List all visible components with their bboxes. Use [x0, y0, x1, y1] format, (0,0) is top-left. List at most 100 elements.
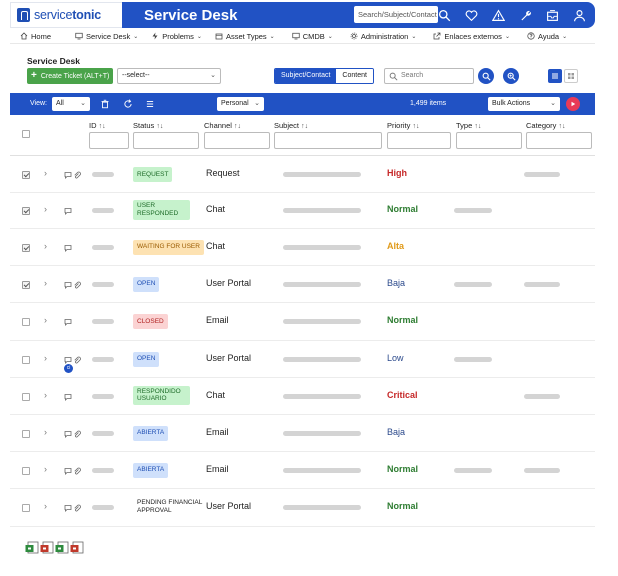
- row-checkbox[interactable]: [22, 466, 30, 475]
- row-checkbox[interactable]: [22, 355, 30, 364]
- comment-icon[interactable]: [64, 430, 72, 438]
- comment-icon[interactable]: [64, 467, 72, 475]
- row-checkbox[interactable]: [22, 243, 30, 252]
- ticket-subject[interactable]: [283, 319, 361, 324]
- ticket-id[interactable]: [92, 244, 114, 250]
- table-row[interactable]: › OPEN User Portal Baja: [10, 266, 595, 303]
- comment-icon[interactable]: [64, 171, 72, 179]
- table-row[interactable]: › CLOSED Email Normal: [10, 303, 595, 341]
- comment-icon[interactable]: [64, 244, 72, 252]
- attachment-icon[interactable]: [73, 171, 81, 179]
- attachment-icon[interactable]: [73, 281, 81, 289]
- chevron-right-icon[interactable]: ›: [44, 427, 47, 437]
- ticket-id[interactable]: [92, 505, 114, 510]
- heart-icon[interactable]: [464, 8, 479, 23]
- chevron-right-icon[interactable]: ›: [44, 315, 47, 325]
- ticket-subject[interactable]: [283, 505, 361, 510]
- ticket-search-input[interactable]: Search: [384, 68, 474, 84]
- menu-item-service-desk[interactable]: Service Desk ⌄: [75, 32, 138, 41]
- ticket-subject[interactable]: [283, 393, 361, 399]
- row-checkbox[interactable]: [22, 171, 30, 179]
- columns-icon[interactable]: [145, 99, 155, 109]
- search-icon[interactable]: [437, 8, 452, 23]
- chevron-right-icon[interactable]: ›: [44, 241, 47, 251]
- row-checkbox[interactable]: [22, 280, 30, 289]
- ticket-id[interactable]: [92, 281, 114, 287]
- menu-item-enlaces-externos[interactable]: Enlaces externos ⌄: [433, 32, 510, 41]
- ticket-subject[interactable]: [283, 244, 361, 250]
- column-header-channel[interactable]: Channel ↑↓: [204, 121, 241, 130]
- column-header-type[interactable]: Type ↑↓: [456, 121, 481, 130]
- search-button[interactable]: [478, 68, 494, 84]
- chevron-right-icon[interactable]: ›: [44, 353, 47, 363]
- attachment-icon[interactable]: [73, 504, 81, 512]
- ci-badge-icon[interactable]: ci: [64, 363, 73, 373]
- row-checkbox[interactable]: [22, 504, 30, 512]
- table-row[interactable]: › ABIERTA Email Normal: [10, 452, 595, 489]
- personal-view-select[interactable]: Personal ⌄: [217, 97, 264, 111]
- filter-channel-input[interactable]: [204, 132, 270, 149]
- row-checkbox[interactable]: [22, 392, 30, 401]
- chevron-right-icon[interactable]: ›: [44, 390, 47, 400]
- menu-item-home[interactable]: Home: [20, 32, 51, 41]
- ticket-subject[interactable]: [283, 172, 361, 177]
- filter-category-input[interactable]: [526, 132, 592, 149]
- attachment-icon[interactable]: [73, 356, 81, 364]
- select-all-checkbox[interactable]: [22, 130, 30, 138]
- ticket-template-select[interactable]: --select-- ⌄: [117, 68, 221, 84]
- grid-view-button[interactable]: [564, 69, 578, 83]
- export-pdf-icon[interactable]: [40, 541, 54, 554]
- filter-id-input[interactable]: [89, 132, 129, 149]
- table-row[interactable]: › ci OPEN User Portal Low: [10, 341, 595, 378]
- inbox-icon[interactable]: [545, 8, 560, 23]
- global-search-input[interactable]: Search/Subject/Contact: [354, 6, 438, 23]
- warning-icon[interactable]: [491, 8, 506, 23]
- ticket-subject[interactable]: [283, 208, 361, 213]
- ticket-id[interactable]: [92, 172, 114, 177]
- menu-item-asset-types[interactable]: Asset Types ⌄: [215, 32, 275, 41]
- trash-icon[interactable]: [100, 99, 110, 109]
- chevron-right-icon[interactable]: ›: [44, 278, 47, 288]
- menu-item-ayuda[interactable]: Ayuda ⌄: [527, 32, 567, 41]
- toggle-content[interactable]: Content: [336, 69, 373, 83]
- export-excel-icon[interactable]: [25, 541, 39, 554]
- filter-type-input[interactable]: [456, 132, 522, 149]
- menu-item-problems[interactable]: Problems ⌄: [151, 32, 202, 41]
- brand-logo[interactable]: servicetonic: [10, 2, 122, 28]
- run-bulk-action-button[interactable]: [566, 97, 580, 111]
- advanced-search-button[interactable]: [503, 68, 519, 84]
- menu-item-cmdb[interactable]: CMDB ⌄: [292, 32, 333, 41]
- table-row[interactable]: › USER RESPONDED Chat Normal: [10, 193, 595, 229]
- comment-icon[interactable]: [64, 504, 72, 512]
- toggle-subject-contact[interactable]: Subject/Contact: [275, 69, 337, 83]
- chevron-right-icon[interactable]: ›: [44, 501, 47, 511]
- list-view-button[interactable]: [548, 69, 562, 83]
- attachment-icon[interactable]: [73, 430, 81, 438]
- refresh-icon[interactable]: [123, 99, 133, 109]
- create-ticket-button[interactable]: + Create Ticket (ALT+T): [27, 68, 113, 84]
- comment-icon[interactable]: [64, 281, 72, 289]
- bulk-actions-select[interactable]: Bulk Actions ⌄: [488, 97, 560, 111]
- comment-icon[interactable]: [64, 393, 72, 401]
- ticket-id[interactable]: [92, 467, 114, 473]
- ticket-subject[interactable]: [283, 430, 361, 436]
- comment-icon[interactable]: [64, 207, 72, 215]
- ticket-id[interactable]: [92, 356, 114, 362]
- table-row[interactable]: › PENDING FINANCIAL APPROVAL User Portal Nor…: [10, 489, 595, 527]
- wrench-icon[interactable]: [518, 8, 533, 23]
- column-header-subject[interactable]: Subject ↑↓: [274, 121, 308, 130]
- ticket-id[interactable]: [92, 319, 114, 324]
- user-icon[interactable]: [572, 8, 587, 23]
- column-header-priority[interactable]: Priority ↑↓: [387, 121, 419, 130]
- column-header-status[interactable]: Status ↑↓: [133, 121, 163, 130]
- export-print-icon[interactable]: [70, 541, 84, 554]
- row-checkbox[interactable]: [22, 207, 30, 215]
- table-row[interactable]: › ABIERTA Email Baja: [10, 415, 595, 452]
- table-row[interactable]: › WAITING FOR USER Chat Alta: [10, 229, 595, 266]
- chevron-right-icon[interactable]: ›: [44, 168, 47, 178]
- filter-priority-input[interactable]: [387, 132, 451, 149]
- menu-item-administration[interactable]: Administration ⌄: [350, 32, 416, 41]
- table-row[interactable]: › REQUEST Request High: [10, 157, 595, 193]
- row-checkbox[interactable]: [22, 429, 30, 438]
- chevron-right-icon[interactable]: ›: [44, 464, 47, 474]
